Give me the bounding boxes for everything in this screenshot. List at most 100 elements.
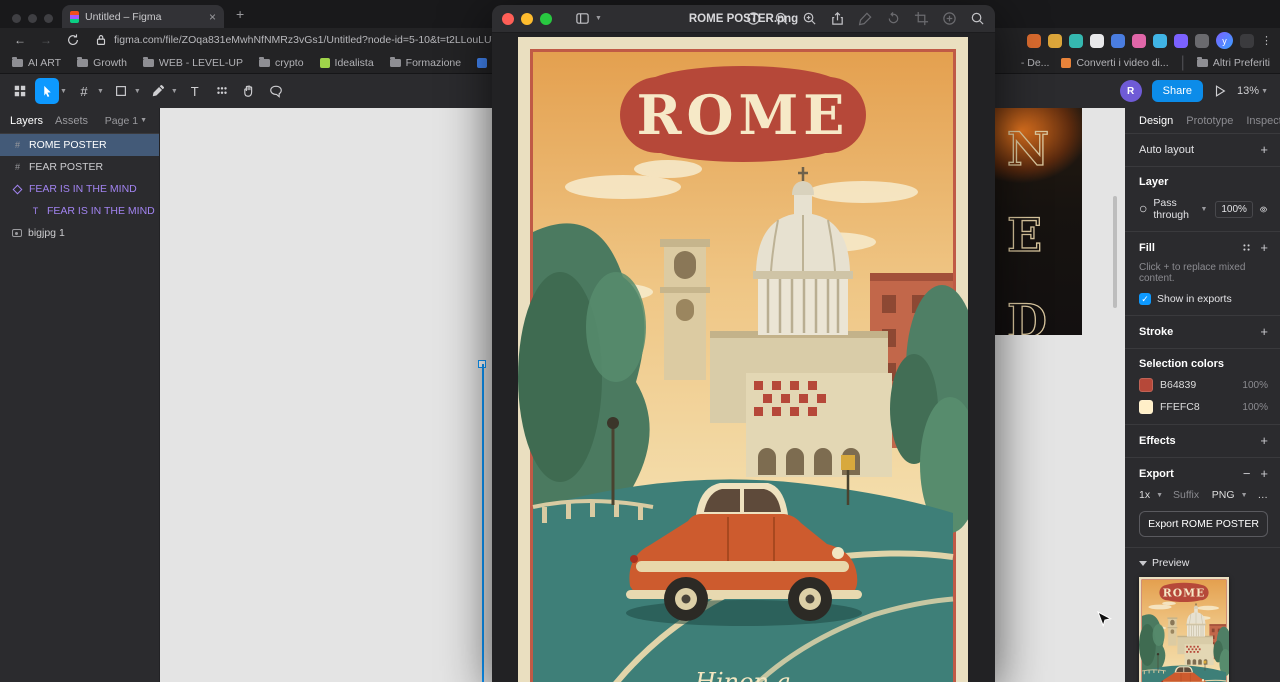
canvas-scrollbar[interactable] [1113,196,1117,308]
preview-header[interactable]: Preview [1139,557,1268,569]
present-icon[interactable] [1213,84,1227,98]
browser-tab[interactable]: Untitled – Figma × [62,5,224,28]
comment-tool-button[interactable] [264,78,288,104]
apps-grid-icon[interactable] [1240,33,1254,48]
extension-icon[interactable] [1069,33,1083,48]
tab-design[interactable]: Design [1139,115,1173,127]
selection-color-row[interactable]: FFEFC8 100% [1139,400,1268,414]
share-icon[interactable] [830,11,845,26]
bookmark-item[interactable]: Converti i video di... [1061,57,1169,69]
color-hex: B64839 [1160,379,1197,391]
bookmark-item[interactable]: Altri Preferiti [1196,57,1270,69]
profile-avatar[interactable]: y [1216,32,1233,49]
window-controls[interactable] [12,10,60,28]
export-scale-select[interactable]: 1x [1139,489,1150,501]
export-format-select[interactable]: PNG [1212,489,1235,501]
chevron-down-icon[interactable]: ▼ [60,88,67,95]
shape-tool-button[interactable] [109,78,133,104]
bookmark-item[interactable]: WEB - LEVEL-UP [142,57,243,69]
pen-tool-button[interactable] [146,78,170,104]
show-in-exports-checkbox[interactable]: ✓ [1139,293,1151,305]
chevron-down-icon[interactable]: ▼ [595,15,602,22]
add-effect-icon[interactable]: + [1260,434,1268,447]
browser-menu-icon[interactable]: ⋮ [1261,34,1272,47]
add-stroke-icon[interactable]: + [1260,325,1268,338]
resources-tool-button[interactable] [210,78,234,104]
chevron-down-icon[interactable]: ▼ [171,88,178,95]
bookmark-item[interactable]: crypto [258,57,304,69]
bookmark-item[interactable]: - De... [1021,57,1050,69]
extension-icon[interactable] [1132,33,1146,48]
chevron-down-icon[interactable]: ▼ [97,88,104,95]
chevron-down-icon[interactable]: ▼ [134,88,141,95]
export-button[interactable]: Export ROME POSTER [1139,511,1268,537]
frame-tool-button[interactable]: # [72,78,96,104]
extension-icon[interactable] [1048,33,1062,48]
layer-row-image[interactable]: bigjpg 1 [0,222,159,244]
color-swatch[interactable] [1139,400,1153,414]
annotate-icon[interactable] [942,11,957,26]
minimize-window-icon[interactable] [28,14,37,23]
minimize-icon[interactable] [521,12,533,25]
add-auto-layout-icon[interactable]: + [1260,143,1268,156]
color-swatch[interactable] [1139,378,1153,392]
layer-row-text[interactable]: T FEAR IS IN THE MIND [0,200,159,222]
tab-layers[interactable]: Layers [10,115,43,127]
crop-icon[interactable] [914,11,929,26]
page-selector[interactable]: Page 1 ▼ [105,115,149,127]
zoom-menu[interactable]: 13% ▼ [1237,85,1270,97]
share-button[interactable]: Share [1151,80,1204,102]
hand-tool-button[interactable] [237,78,261,104]
quicklook-window[interactable]: ▼ ROME POSTER.png [492,5,995,682]
fullscreen-icon[interactable] [540,12,552,25]
quicklook-titlebar[interactable]: ▼ ROME POSTER.png [492,5,995,33]
layer-row-fear-poster[interactable]: # FEAR POSTER [0,156,159,178]
export-suffix-input[interactable]: Suffix [1173,489,1204,501]
extension-icon[interactable] [1174,33,1188,48]
add-fill-icon[interactable]: + [1260,241,1268,254]
markup-pen-icon[interactable] [858,11,873,26]
zoom-in-icon[interactable] [802,11,817,26]
new-tab-button[interactable]: + [236,6,244,22]
bookmark-item[interactable]: AI ART [12,57,61,69]
tab-close-icon[interactable]: × [209,11,216,23]
sidebar-icon[interactable] [575,11,590,26]
zoom-window-icon[interactable] [44,14,53,23]
tab-inspect[interactable]: Inspect [1246,115,1280,127]
rotate-icon[interactable] [886,11,901,26]
layers-panel: Layers Assets Page 1 ▼ # ROME POSTER # FE… [0,108,160,682]
search-icon[interactable] [970,11,985,26]
layer-row-component[interactable]: FEAR IS IN THE MIND [0,178,159,200]
layer-row-rome-poster[interactable]: # ROME POSTER [0,134,159,156]
close-icon[interactable] [502,12,514,25]
move-tool-button[interactable] [35,78,59,104]
extension-icon[interactable] [1027,33,1041,48]
opacity-input[interactable]: 100% [1215,200,1253,218]
remove-export-icon[interactable]: − [1243,467,1251,480]
back-icon[interactable]: ← [14,33,26,47]
export-more-icon[interactable]: … [1258,489,1269,501]
extension-icon[interactable] [1153,33,1167,48]
extension-icon[interactable] [1111,33,1125,48]
bookmark-item[interactable]: Idealista [319,57,374,69]
fear-poster-fragment[interactable]: N E D [995,108,1082,335]
tab-prototype[interactable]: Prototype [1186,115,1233,127]
main-menu-icon[interactable] [8,78,32,104]
extension-icon[interactable] [1090,33,1104,48]
styles-icon[interactable] [1241,242,1252,253]
blend-mode-select[interactable]: Pass through [1153,197,1196,221]
eye-icon[interactable] [1259,203,1268,216]
puzzle-extensions-icon[interactable] [1195,33,1209,48]
user-avatar[interactable]: R [1119,80,1142,102]
add-export-icon[interactable]: + [1260,467,1268,480]
blend-mode-icon[interactable] [1139,203,1147,215]
forward-icon[interactable]: → [40,33,52,47]
selection-color-row[interactable]: B64839 100% [1139,378,1268,392]
reload-icon[interactable] [66,33,80,47]
tab-assets[interactable]: Assets [55,115,88,127]
url-text[interactable]: figma.com/file/ZOqa831eMwhNfNMRz3vGs1/Un… [114,34,537,46]
text-tool-button[interactable]: T [183,78,207,104]
bookmark-item[interactable]: Growth [77,57,127,69]
close-window-icon[interactable] [12,14,21,23]
bookmark-item[interactable]: Formazione [389,57,461,69]
